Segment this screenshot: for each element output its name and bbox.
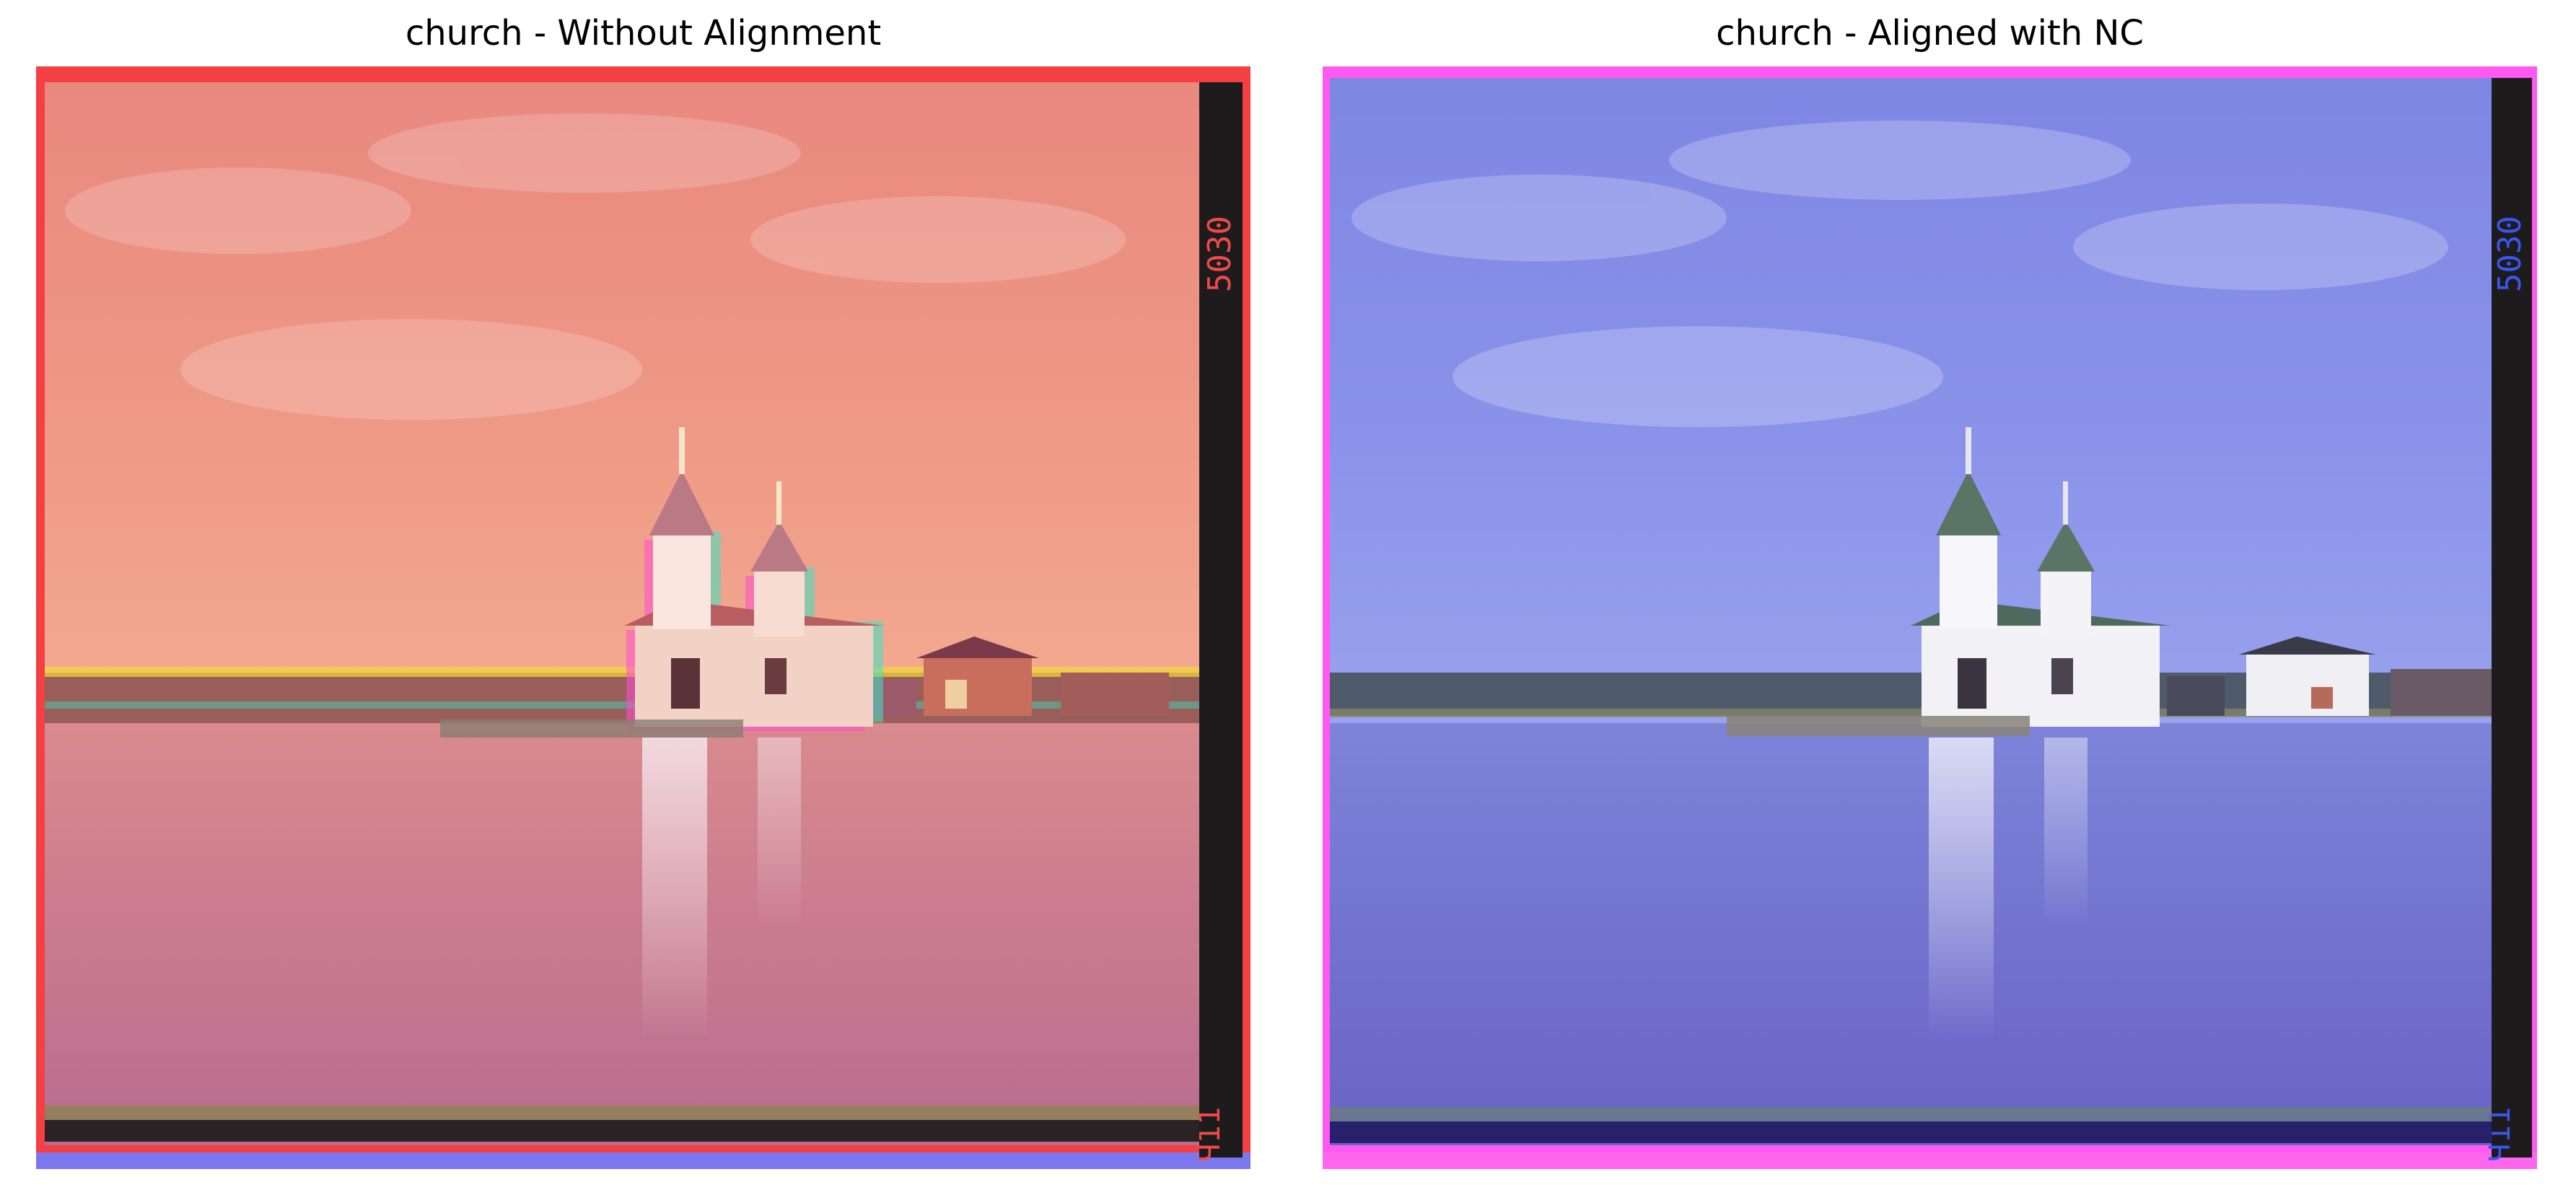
church-photo-aligned: 5030 Ч11 [1323, 66, 2537, 1169]
panel-title-aligned-with-nc: church - Aligned with NC [1716, 13, 2144, 53]
plate-number-left: 5030 [1201, 216, 1238, 292]
plate-number-right: 5030 [2492, 216, 2528, 292]
church-photo-unaligned: 5030 Ч11 [36, 66, 1250, 1169]
panel-title-without-alignment: church - Without Alignment [405, 13, 882, 53]
image-aligned-with-nc: 5030 Ч11 [1323, 66, 2537, 1169]
comparison-figure: church - Without Alignment church - Alig… [0, 0, 2576, 1190]
image-without-alignment: 5030 Ч11 [36, 66, 1250, 1169]
